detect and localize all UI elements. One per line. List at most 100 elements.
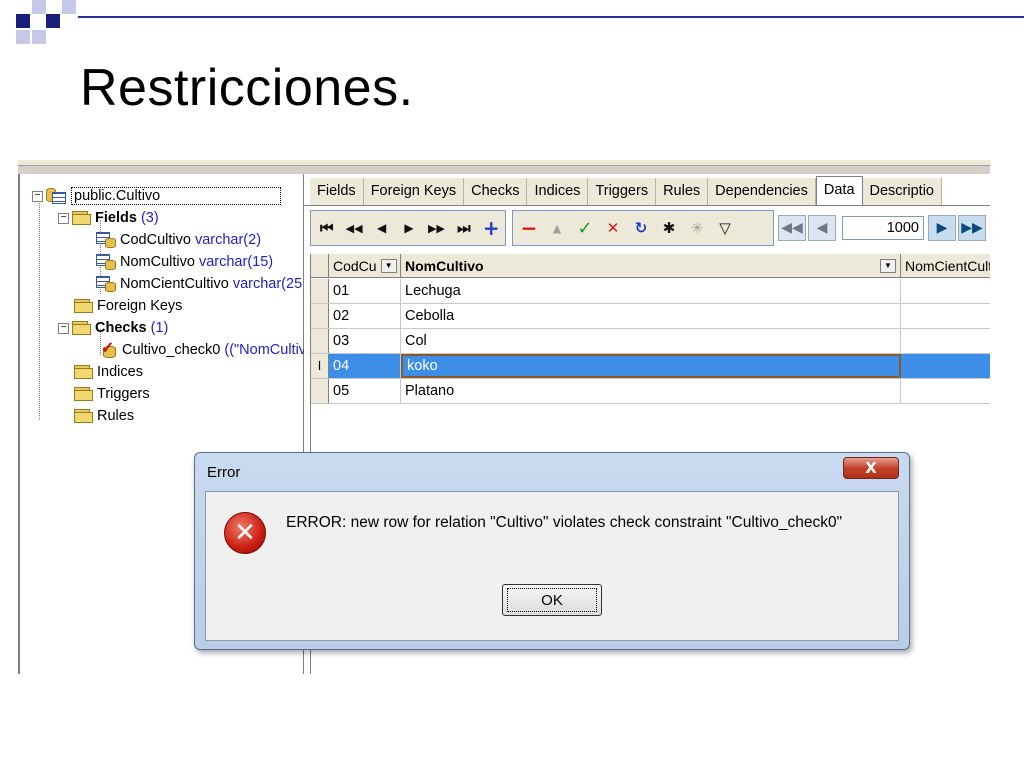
rules-label: Rules <box>97 408 135 424</box>
tab-divider <box>304 205 990 206</box>
cell-cient[interactable] <box>901 329 990 353</box>
edit-toolbar: − ▲ ✓ ✕ ↻ ✱ ✳ ▽ <box>512 210 774 246</box>
error-icon: ✕ <box>224 512 266 554</box>
first-page-icon[interactable]: ◀◀ <box>778 215 806 241</box>
table-row-selected[interactable]: I 04 koko <box>311 354 990 379</box>
dropdown-arrow-icon[interactable]: ▼ <box>380 258 397 273</box>
refresh-icon[interactable]: ↻ <box>627 214 655 242</box>
ok-button[interactable]: OK <box>502 584 602 616</box>
data-grid: CodCu ▼ NomCultivo ▼ NomCientCult 01 Lec… <box>310 254 990 416</box>
close-icon[interactable]: X <box>843 457 899 479</box>
cell-cod[interactable]: 02 <box>329 304 401 328</box>
column-header-nomcultivo[interactable]: NomCultivo ▼ <box>401 254 901 277</box>
tree-node-field[interactable]: NomCientCultivo varchar(25 <box>96 274 302 294</box>
next-page-button-icon[interactable]: ▶ <box>928 215 956 241</box>
tree-guide-line <box>39 200 40 420</box>
tree-node-triggers[interactable]: Triggers <box>74 384 150 404</box>
tree-node-field[interactable]: CodCultivo varchar(2) <box>96 230 261 250</box>
foreign-keys-label: Foreign Keys <box>97 298 183 314</box>
tree-node-foreign-keys[interactable]: Foreign Keys <box>74 296 182 316</box>
cell-nom[interactable]: Platano <box>401 379 901 403</box>
field-name: NomCultivo <box>120 254 195 270</box>
tree-node-checks[interactable]: − Checks (1) <box>58 318 168 338</box>
folder-icon <box>72 321 92 335</box>
tab-description[interactable]: Descriptio <box>862 178 942 206</box>
column-header-nomcientcultivo[interactable]: NomCientCult <box>901 254 990 277</box>
tree-node-field[interactable]: NomCultivo varchar(15) <box>96 252 273 272</box>
edit-record-icon[interactable]: ▲ <box>543 214 571 242</box>
deco-square-light-2 <box>62 0 76 14</box>
insert-record-icon[interactable]: + <box>478 214 505 242</box>
cell-nom[interactable]: Lechuga <box>401 279 901 303</box>
tab-rules[interactable]: Rules <box>656 178 709 206</box>
check-constraint-icon: ✓ <box>101 340 116 358</box>
dialog-title: Error <box>207 464 241 481</box>
row-limit-input[interactable] <box>842 216 924 240</box>
filter-icon[interactable]: ▽ <box>711 214 739 242</box>
prior-page-icon[interactable]: ◀◀ <box>340 214 367 242</box>
collapse-icon[interactable]: − <box>58 212 69 224</box>
tab-indices[interactable]: Indices <box>527 178 589 206</box>
edit-cursor-indicator: I <box>311 354 329 378</box>
tree-node-indices[interactable]: Indices <box>74 362 143 382</box>
cell-nom[interactable]: Cebolla <box>401 304 901 328</box>
error-message: ERROR: new row for relation "Cultivo" vi… <box>286 514 843 531</box>
cell-cod[interactable]: 04 <box>329 354 401 378</box>
prior-record-icon[interactable]: ◀ <box>368 214 395 242</box>
cell-cient[interactable] <box>901 279 990 303</box>
cancel-edit-icon[interactable]: ✕ <box>599 214 627 242</box>
table-row[interactable]: 05 Platano <box>311 379 990 404</box>
first-record-icon[interactable]: ⏮ <box>313 214 340 242</box>
check-definition: (("NomCultiv <box>224 342 307 358</box>
tab-fields[interactable]: Fields <box>310 178 364 206</box>
cell-nom[interactable]: koko <box>401 354 901 378</box>
field-type: varchar(2) <box>194 232 262 248</box>
post-edit-icon[interactable]: ✓ <box>571 214 599 242</box>
deco-square-dark-2 <box>46 14 60 28</box>
checks-label: Checks <box>95 320 147 336</box>
tab-dependencies[interactable]: Dependencies <box>708 178 816 206</box>
tab-bar: Fields Foreign Keys Checks Indices Trigg… <box>310 176 942 206</box>
cell-cient[interactable] <box>901 304 990 328</box>
cell-cient[interactable] <box>901 354 990 378</box>
tree-node-rules[interactable]: Rules <box>74 406 134 426</box>
table-row[interactable]: 01 Lechuga <box>311 279 990 304</box>
table-icon <box>46 187 68 205</box>
collapse-icon[interactable]: − <box>32 190 43 202</box>
tree-node-fields[interactable]: − Fields (3) <box>58 208 159 228</box>
clear-filter-icon[interactable]: ✳ <box>683 214 711 242</box>
table-row[interactable]: 02 Cebolla <box>311 304 990 329</box>
next-page-icon[interactable]: ▶▶ <box>423 214 450 242</box>
tree-node-table[interactable]: − public.Cultivo <box>32 186 281 206</box>
tab-data[interactable]: Data <box>815 176 863 206</box>
error-dialog: Error X ✕ ERROR: new row for relation "C… <box>194 452 910 650</box>
column-header-codcultivo[interactable]: CodCu ▼ <box>329 254 401 277</box>
tab-triggers[interactable]: Triggers <box>588 178 657 206</box>
set-null-icon[interactable]: ✱ <box>655 214 683 242</box>
folder-icon <box>74 409 94 423</box>
cell-cod[interactable]: 05 <box>329 379 401 403</box>
collapse-icon[interactable]: − <box>58 322 69 334</box>
cell-cient[interactable] <box>901 379 990 403</box>
tab-foreign-keys[interactable]: Foreign Keys <box>363 178 465 206</box>
folder-icon <box>72 211 92 225</box>
indices-label: Indices <box>97 364 143 380</box>
pagination-bar: ◀◀ ◀ ▶ ▶▶ <box>778 210 988 246</box>
dialog-body: ✕ ERROR: new row for relation "Cultivo" … <box>205 491 899 641</box>
tree-node-check[interactable]: ✓ Cultivo_check0 (("NomCultiv <box>100 340 306 360</box>
cell-cod[interactable]: 03 <box>329 329 401 353</box>
row-indicator <box>311 279 329 303</box>
cell-nom[interactable]: Col <box>401 329 901 353</box>
check-name: Cultivo_check0 <box>122 342 221 358</box>
next-record-icon[interactable]: ▶ <box>395 214 422 242</box>
dropdown-arrow-icon[interactable]: ▼ <box>880 258 896 273</box>
navigator-toolbar: ⏮ ◀◀ ◀ ▶ ▶▶ ⏭ + <box>310 210 506 246</box>
tab-checks[interactable]: Checks <box>464 178 528 206</box>
delete-record-icon[interactable]: − <box>515 214 543 242</box>
last-page-icon[interactable]: ▶▶ <box>958 215 986 241</box>
table-row[interactable]: 03 Col <box>311 329 990 354</box>
row-indicator <box>311 329 329 353</box>
last-record-icon[interactable]: ⏭ <box>450 214 477 242</box>
prev-page-icon[interactable]: ◀ <box>808 215 836 241</box>
cell-cod[interactable]: 01 <box>329 279 401 303</box>
